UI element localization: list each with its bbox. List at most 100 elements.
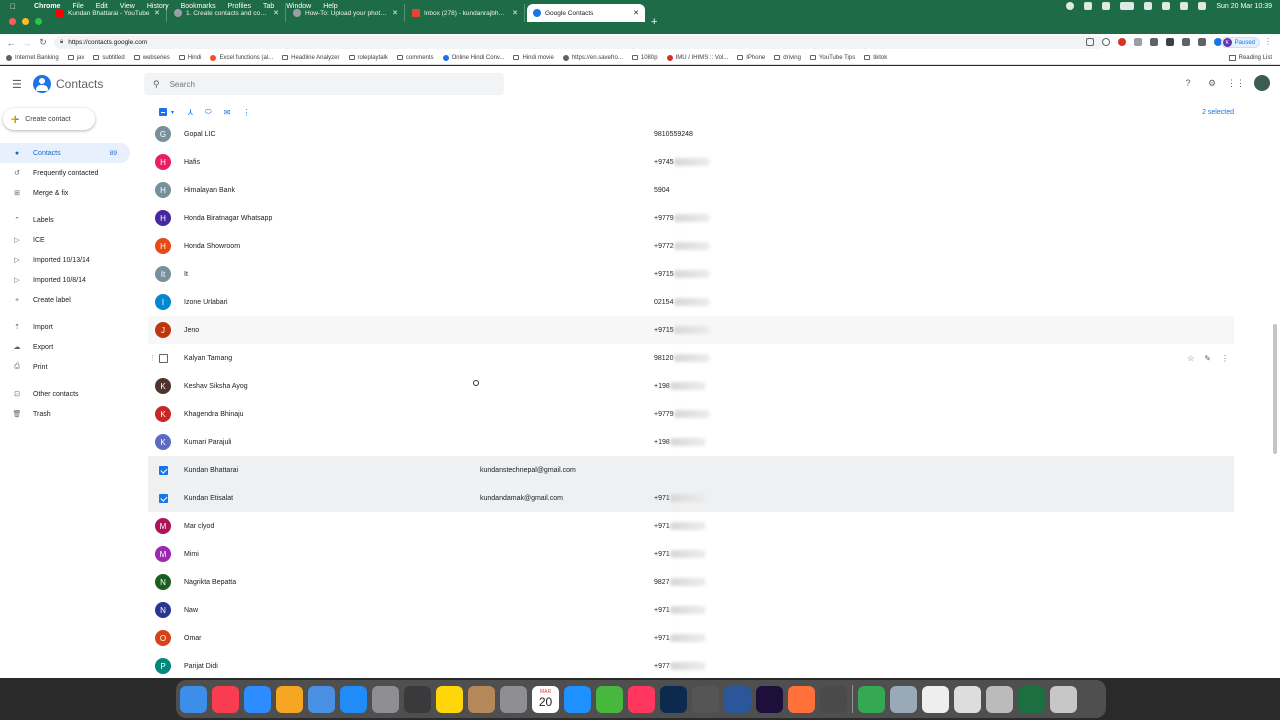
search-spotlight-icon[interactable] [1180,2,1189,10]
row-checkbox[interactable] [159,493,168,503]
bookmark-item[interactable]: Headline Analyzer [282,55,340,61]
extensions-puzzle-icon[interactable] [1198,38,1206,46]
row-checkbox[interactable] [159,353,168,363]
contact-row[interactable]: M Mar clyod +971 [148,512,1234,540]
address-bar[interactable]: 🔒︎ https://contacts.google.com [54,36,1104,49]
apps-grid-icon[interactable]: ⋮⋮ [1227,77,1245,89]
minimize-window-button[interactable] [22,18,29,25]
sidebar-import[interactable]: ⇡ Import [0,317,130,337]
bookmark-item[interactable]: https://en.savefro... [562,54,623,61]
extension-red-icon[interactable] [1118,38,1126,46]
wifi-icon[interactable] [1162,2,1171,10]
bookmark-item[interactable]: Hindi movie [513,55,554,61]
contact-row[interactable]: Kundan Bhattarai kundanstechnepal@gmail.c… [148,456,1234,484]
system-preferences-icon[interactable] [500,685,527,713]
menubar-clock[interactable]: Sun 20 Mar 10:39 [1216,3,1272,10]
contact-avatar[interactable]: O [155,630,171,646]
extension-tag-icon[interactable] [1134,38,1142,46]
bookmark-star-icon[interactable] [1102,38,1110,46]
send-email-icon[interactable]: ✉ [224,108,231,117]
contact-row[interactable]: H Hafis +9745 [148,148,1234,176]
contact-avatar[interactable]: J [155,322,171,338]
calendar-icon[interactable]: MAR 20 [532,685,559,713]
contacts-logo[interactable] [33,75,51,93]
contact-avatar[interactable]: M [155,546,171,562]
contact-avatar[interactable]: K [155,406,171,422]
close-tab-icon[interactable]: ✕ [273,9,279,17]
close-tab-icon[interactable]: ✕ [512,9,518,17]
textedit-icon[interactable] [922,685,949,713]
bookmark-item[interactable]: IMU / IHIMS :: Vol... [666,54,728,61]
forward-icon[interactable]: → [19,38,35,48]
close-window-button[interactable] [9,18,16,25]
contact-row[interactable]: It It +9715 [148,260,1234,288]
bookmark-item[interactable]: 1080p [631,55,658,61]
preview-icon[interactable] [890,685,917,713]
contact-row[interactable]: G Gopal LIC 9810559248 [148,120,1234,148]
contacts-app-icon[interactable] [468,685,495,713]
labels-header[interactable]: ⌃ Labels [0,210,130,230]
main-menu-icon[interactable]: ☰ [12,78,22,91]
merge-contacts-icon[interactable]: ⅄ [188,108,193,117]
tab-google-contacts[interactable]: Google Contacts ✕ [527,4,645,22]
contact-row[interactable]: H Honda Showroom +9772 [148,232,1234,260]
contact-avatar[interactable]: H [155,154,171,170]
search-bar[interactable]: ⚲ [144,73,504,95]
contact-avatar[interactable]: I [155,294,171,310]
contact-row[interactable]: N Naw +971 [148,596,1234,624]
select-all-checkbox[interactable] [159,108,167,116]
contact-avatar[interactable]: H [155,238,171,254]
reload-icon[interactable]: ↻ [35,37,51,48]
bookmark-item[interactable]: YouTube Tips [809,55,855,61]
bookmark-item[interactable]: subtitled [93,55,125,61]
back-icon[interactable]: ← [3,38,19,48]
contact-avatar[interactable]: K [155,378,171,394]
contact-row[interactable]: K Keshav Siksha Ayog +198 [148,372,1234,400]
contact-row[interactable]: N Nagrikta Bepatta 9827 [148,568,1234,596]
trash-icon[interactable] [1050,685,1077,713]
contact-row[interactable]: Kundan Etisalat kundandamak@gmail.com +971 [148,484,1234,512]
sidebar-item-contacts[interactable]: ● Contacts 89 [0,143,130,163]
calculator-icon[interactable] [404,685,431,713]
tab-gmail-inbox[interactable]: Inbox (278) - kundanrajbhattar... ✕ [406,4,525,22]
battery-icon[interactable] [1120,2,1135,10]
contact-avatar[interactable]: M [155,518,171,534]
photos-icon[interactable] [276,685,303,713]
news-icon[interactable] [628,685,655,713]
contact-row[interactable]: H Himalayan Bank 5904 [148,176,1234,204]
app-title[interactable]: Contacts [56,77,103,91]
bookmark-item[interactable]: roleplaytalk [348,55,388,61]
bookmark-item[interactable]: Excel functions (al... [210,54,273,61]
settings-gear-icon[interactable]: ⚙ [1206,77,1218,89]
extension-dark-icon[interactable] [1166,38,1174,46]
apple-icon[interactable]:  [6,2,20,11]
bookmark-item[interactable]: comments [396,55,434,61]
sidebar-label-ice[interactable]: ▷ ICE [0,230,130,250]
bookmark-item[interactable]: Online Hindi Conv... [442,54,504,61]
contact-row[interactable]: K Kumari Parajuli +198 [148,428,1234,456]
profile-paused-button[interactable]: K Paused [1220,37,1260,48]
lock-icon[interactable]: 🔒︎ [60,39,63,46]
contact-row[interactable]: J Jeno +9715 [148,316,1234,344]
contact-avatar[interactable]: K [155,434,171,450]
contact-row[interactable]: M Mimi +971 [148,540,1234,568]
create-contact-button[interactable]: + Create contact [3,108,95,130]
help-icon[interactable]: ? [1182,77,1194,89]
zoom-icon[interactable] [244,685,271,713]
more-vert-icon[interactable]: ⋮ [1221,354,1229,363]
sidebar-create-label[interactable]: + Create label [0,290,130,310]
drive-icon[interactable] [1084,2,1093,10]
bookmark-item[interactable]: tiktok [864,55,887,61]
bookmark-item[interactable]: driving [774,55,801,61]
chrome-menu-icon[interactable]: ⋮ [1264,37,1272,46]
bookmark-item[interactable]: IPhone [737,55,765,61]
contact-avatar[interactable]: N [155,574,171,590]
row-checkbox[interactable] [159,465,168,475]
search-icon[interactable]: ⚲ [153,79,160,90]
safari-icon[interactable] [564,685,591,713]
contact-row[interactable]: O Omar +971 [148,624,1234,652]
account-avatar[interactable] [1254,75,1270,91]
launchpad-icon[interactable] [372,685,399,713]
scrollbar[interactable] [1273,324,1277,454]
extension-gray-icon[interactable] [1150,38,1158,46]
